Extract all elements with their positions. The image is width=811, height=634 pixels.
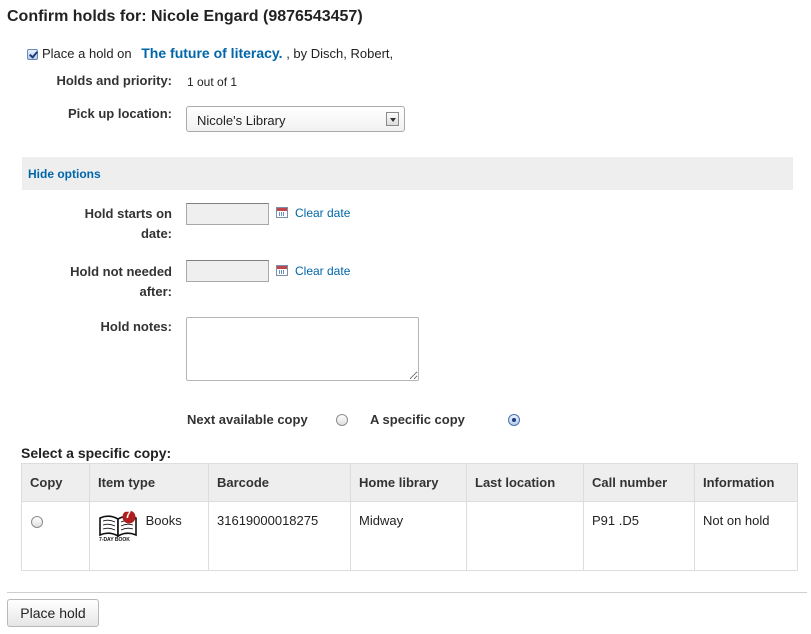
section-title: Select a specific copy: xyxy=(21,445,172,461)
start-date-label-line2: date: xyxy=(140,226,172,241)
last-location-cell xyxy=(466,501,584,571)
pickup-location-value: Nicole's Library xyxy=(197,113,286,128)
place-hold-checkbox[interactable] xyxy=(27,49,38,60)
clear-start-date-link[interactable]: Clear date xyxy=(295,206,350,220)
specific-copy-label: A specific copy xyxy=(370,412,465,427)
copies-table: Copy Item type Barcode Home library Last… xyxy=(21,463,798,571)
priority-value: 1 out of 1 xyxy=(187,75,238,89)
badge-caption: 7-DAY BOOK xyxy=(99,537,130,543)
book-title-link[interactable]: The future of literacy. xyxy=(141,45,282,61)
item-type-cell: 7 7-DAY BOOK Books xyxy=(89,501,209,571)
expire-date-label-line1: Hold not needed xyxy=(70,264,172,279)
column-header: Home library xyxy=(350,463,467,502)
column-header: Call number xyxy=(583,463,695,502)
table-row: 7 7-DAY BOOK Books 31619000018275 Midway… xyxy=(21,501,798,571)
copy-select-radio[interactable] xyxy=(31,516,43,528)
hold-summary: Place a hold on The future of literacy. … xyxy=(42,45,393,61)
page-title: Confirm holds for: Nicole Engard (987654… xyxy=(7,8,363,25)
book-author: , by Disch, Robert, xyxy=(286,46,394,61)
next-available-radio[interactable] xyxy=(335,414,348,426)
priority-label: Holds and priority: xyxy=(56,73,172,88)
clear-expire-date-link[interactable]: Clear date xyxy=(295,264,350,278)
expire-date-input[interactable] xyxy=(186,260,269,282)
call-number-cell: P91 .D5 xyxy=(583,501,695,571)
divider xyxy=(7,592,807,593)
next-available-label: Next available copy xyxy=(187,412,308,427)
badge-number: 7 xyxy=(125,509,132,521)
information-cell: Not on hold xyxy=(694,501,798,571)
expire-date-label-line2: after: xyxy=(139,284,172,299)
start-date-label: Hold starts on date: xyxy=(40,204,172,244)
column-header: Item type xyxy=(89,463,209,502)
column-header: Copy xyxy=(21,463,90,502)
barcode-cell: 31619000018275 xyxy=(208,501,351,571)
start-date-input[interactable] xyxy=(186,203,269,225)
specific-copy-radio[interactable] xyxy=(508,414,521,426)
home-library-cell: Midway xyxy=(350,501,467,571)
calendar-icon[interactable] xyxy=(276,207,288,218)
pickup-label: Pick up location: xyxy=(67,106,172,121)
place-hold-button[interactable]: Place hold xyxy=(7,599,99,627)
column-header: Last location xyxy=(466,463,584,502)
column-header: Information xyxy=(694,463,798,502)
column-header: Barcode xyxy=(208,463,351,502)
item-type-label: Books xyxy=(145,513,182,528)
place-hold-label: Place a hold on xyxy=(42,46,132,61)
hold-notes-textarea[interactable] xyxy=(186,317,419,381)
calendar-icon[interactable] xyxy=(276,265,288,276)
pickup-location-select[interactable]: Nicole's Library xyxy=(186,106,405,132)
start-date-label-line1: Hold starts on xyxy=(84,206,172,221)
book-icon: 7 7-DAY BOOK xyxy=(98,509,140,544)
expire-date-label: Hold not needed after: xyxy=(40,262,172,302)
table-header-row: Copy Item type Barcode Home library Last… xyxy=(21,463,798,502)
hide-options-link[interactable]: Hide options xyxy=(28,167,101,181)
notes-label: Hold notes: xyxy=(100,319,173,334)
options-bar: Hide options xyxy=(22,157,793,190)
copy-cell xyxy=(21,501,90,571)
chevron-down-icon xyxy=(386,112,399,126)
